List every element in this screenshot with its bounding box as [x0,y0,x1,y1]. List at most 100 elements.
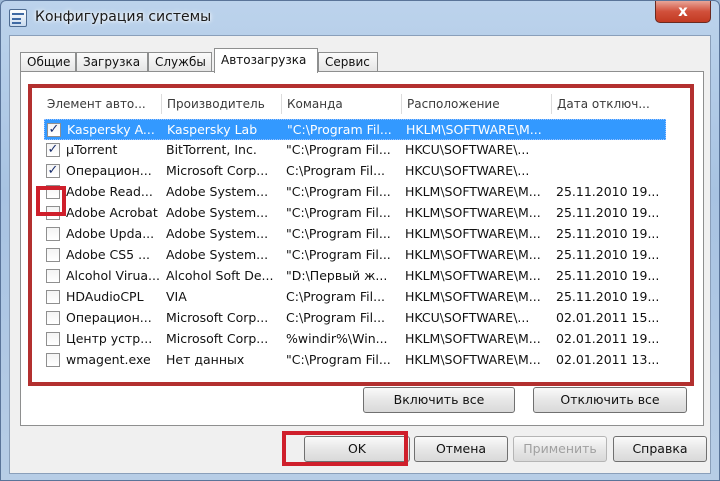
help-button[interactable]: Справка [613,436,707,462]
close-button[interactable]: x [655,1,711,23]
cell-date-disabled: 25.11.2010 19... [556,205,660,220]
cell-manufacturer: Microsoft Corp... [166,163,269,178]
row-checkbox[interactable] [46,227,60,241]
row-checkbox[interactable] [46,290,60,304]
row-checkbox[interactable] [46,353,60,367]
cell-manufacturer: Microsoft Corp... [166,310,269,325]
table-row[interactable]: Центр устр... Microsoft Corp... %windir%\W… [44,329,666,350]
column-header-location[interactable]: Расположение [402,94,552,114]
cell-date-disabled: 02.01.2011 19... [556,331,660,346]
cell-location: HKLM\SOFTWARE\M... [406,122,542,137]
cancel-button[interactable]: Отмена [414,436,508,462]
cell-command: "C:\Program Fil... [287,122,392,137]
title-bar[interactable]: Конфигурация системы x [1,1,719,35]
table-row[interactable]: ✓ Kaspersky A... Kaspersky Lab "C:\Program … [44,119,666,140]
cell-manufacturer: Нет данных [166,352,245,367]
cell-date-disabled: 25.11.2010 19... [556,184,660,199]
cell-manufacturer: Alcohol Soft De... [166,268,274,283]
row-checkbox[interactable]: ✓ [47,123,61,137]
cell-startup-item: µTorrent [66,142,118,157]
cell-manufacturer: Adobe System... [166,226,269,241]
cell-location: HKLM\SOFTWARE\M... [405,247,541,262]
cell-date-disabled: 25.11.2010 19... [556,289,660,304]
row-checkbox[interactable] [46,311,60,325]
cell-date-disabled: 02.01.2011 13... [556,352,660,367]
startup-items-list[interactable]: Элемент авто... Производитель Команда Ра… [28,84,694,386]
system-configuration-window: Конфигурация системы x Общие Загрузка Сл… [0,0,720,481]
table-row[interactable]: Adobe Acrobat Adobe System... "C:\Program … [44,203,666,224]
cell-location: HKLM\SOFTWARE\M... [405,352,541,367]
cell-startup-item: Adobe CS5 ... [66,247,151,262]
cell-startup-item: Adobe Acrobat [66,205,158,220]
table-row[interactable]: ✓ Операцион... Microsoft Corp... C:\Program… [44,161,666,182]
tab-startup[interactable]: Автозагрузка [214,48,318,73]
apply-button[interactable]: Применить [513,436,607,462]
cell-date-disabled: 25.11.2010 19... [556,268,660,283]
table-row[interactable]: HDAudioCPL VIA C:\Program Fil... HKLM\SOFTW… [44,287,666,308]
tab-general[interactable]: Общие [20,52,76,72]
cell-command: "C:\Program Fil... [286,352,391,367]
cell-startup-item: Операцион... [66,163,152,178]
cell-manufacturer: Microsoft Corp... [166,331,269,346]
enable-all-button[interactable]: Включить все [363,387,515,413]
tab-services[interactable]: Службы [148,52,212,72]
window-title: Конфигурация системы [35,9,212,25]
disable-all-button[interactable]: Отключить все [533,387,687,413]
cell-manufacturer: VIA [166,289,187,304]
cell-manufacturer: Adobe System... [166,205,269,220]
cell-location: HKLM\SOFTWARE\M... [405,268,541,283]
cell-location: HKCU\SOFTWARE\... [405,310,530,325]
cell-command: C:\Program Fil... [286,289,386,304]
cell-location: HKLM\SOFTWARE\M... [405,289,541,304]
cell-date-disabled: 25.11.2010 19... [556,226,660,241]
table-row[interactable]: Alcohol Virua... Alcohol Soft De... "D:\Пе… [44,266,666,287]
cell-command: C:\Program Fil... [286,310,386,325]
column-header-command[interactable]: Команда [282,94,402,114]
cell-manufacturer: Adobe System... [166,247,269,262]
cell-startup-item: Центр устр... [66,331,153,346]
cell-startup-item: wmagent.exe [66,352,151,367]
cell-startup-item: Adobe Read... [66,184,153,199]
cell-command: "C:\Program Fil... [286,247,391,262]
table-row[interactable]: Adobe Upda... Adobe System... "C:\Program … [44,224,666,245]
tab-boot[interactable]: Загрузка [76,52,148,72]
cell-date-disabled: 02.01.2011 15... [556,310,660,325]
row-checkbox[interactable] [46,332,60,346]
cell-manufacturer: BitTorrent, Inc. [166,142,257,157]
table-row[interactable]: Adobe CS5 ... Adobe System... "C:\Program … [44,245,666,266]
cell-command: "D:\Первый ж... [286,268,388,283]
cell-location: HKLM\SOFTWARE\M... [405,331,541,346]
column-header-manufacturer[interactable]: Производитель [162,94,282,114]
ok-button-highlight-annotation [282,431,408,466]
table-row[interactable]: wmagent.exe Нет данных "C:\Program Fil... H… [44,350,666,371]
column-header-date-disabled[interactable]: Дата отключ... [552,94,662,114]
cell-command: "C:\Program Fil... [286,205,391,220]
cell-command: %windir%\Win... [286,331,388,346]
checkbox-highlight-annotation [36,186,66,216]
cell-startup-item: Kaspersky A... [67,122,155,137]
list-header: Элемент авто... Производитель Команда Ра… [34,90,688,115]
table-row[interactable]: Операцион... Microsoft Corp... C:\Program … [44,308,666,329]
cell-location: HKCU\SOFTWARE\... [405,142,530,157]
tab-tools[interactable]: Сервис [318,52,378,72]
cell-startup-item: Adobe Upda... [66,226,155,241]
cell-command: C:\Program Fil... [286,163,386,178]
cell-manufacturer: Kaspersky Lab [167,122,258,137]
cell-location: HKLM\SOFTWARE\M... [405,184,541,199]
dialog-client-area: Общие Загрузка Службы Автозагрузка Серви… [9,35,711,474]
row-checkbox[interactable]: ✓ [46,143,60,157]
cell-startup-item: Операцион... [66,310,152,325]
cell-startup-item: HDAudioCPL [66,289,144,304]
cell-location: HKLM\SOFTWARE\M... [405,226,541,241]
table-row[interactable]: Adobe Read... Adobe System... "C:\Program … [44,182,666,203]
cell-location: HKLM\SOFTWARE\M... [405,205,541,220]
row-checkbox[interactable] [46,269,60,283]
msconfig-app-icon [9,9,27,27]
cell-startup-item: Alcohol Virua... [66,268,160,283]
cell-command: "C:\Program Fil... [286,226,391,241]
cell-command: "C:\Program Fil... [286,142,391,157]
row-checkbox[interactable] [46,248,60,262]
row-checkbox[interactable]: ✓ [46,164,60,178]
table-row[interactable]: ✓ µTorrent BitTorrent, Inc. "C:\Program Fil… [44,140,666,161]
column-header-startup-item[interactable]: Элемент авто... [42,94,162,114]
